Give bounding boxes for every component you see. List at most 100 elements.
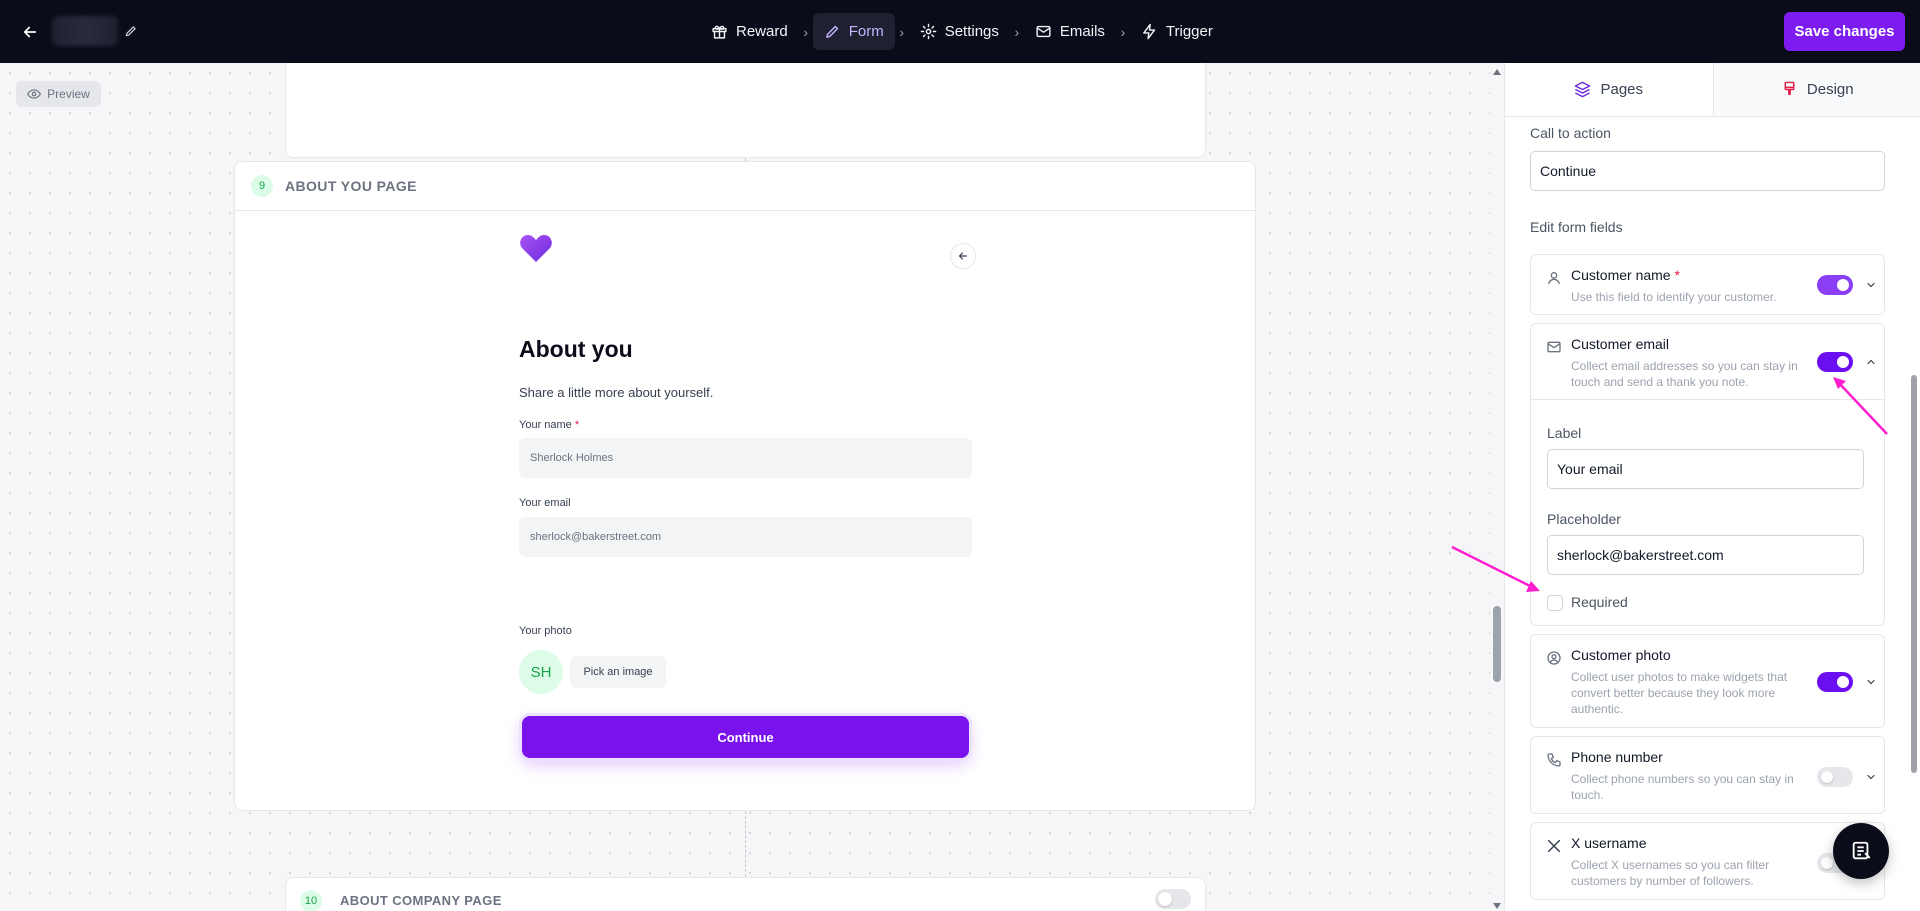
required-checkbox[interactable] [1547, 595, 1563, 611]
tab-label: Design [1806, 81, 1854, 98]
step-label: Emails [1059, 23, 1105, 40]
previous-page-card[interactable] [285, 63, 1206, 158]
cta-input[interactable]: Continue [1530, 151, 1885, 191]
avatar: SH [519, 650, 563, 694]
chevron-down-icon[interactable] [1865, 279, 1877, 291]
back-arrow-icon[interactable] [18, 20, 42, 44]
continue-button[interactable]: Continue [522, 716, 969, 758]
scrollbar-thumb[interactable] [1911, 375, 1917, 773]
field-description: Collect user photos to make widgets that… [1571, 670, 1788, 716]
chevron-up-icon[interactable] [1865, 356, 1877, 368]
name-label: Your name * [519, 419, 579, 431]
user-circle-icon [1547, 651, 1561, 665]
pick-image-button[interactable]: Pick an image [570, 656, 666, 688]
edit-fields-label: Edit form fields [1530, 219, 1623, 235]
user-icon [1548, 272, 1560, 285]
mail-icon [1547, 341, 1561, 353]
name-label-text: Your name [519, 419, 572, 431]
step-trigger[interactable]: Trigger [1130, 13, 1224, 50]
page-enable-toggle[interactable] [1155, 889, 1191, 909]
field-title: Customer name * [1571, 267, 1680, 283]
field-card-phone-number[interactable]: Phone number Collect phone numbers so yo… [1530, 736, 1885, 814]
top-bar: Reward › Form › Settings › Emails › Trig… [0, 0, 1920, 63]
required-checkbox-label[interactable]: Required [1571, 594, 1628, 610]
field-card-customer-name[interactable]: Customer name * Use this field to identi… [1530, 254, 1885, 315]
required-asterisk: * [1674, 267, 1680, 283]
email-input-preview[interactable]: sherlock@bakerstreet.com [519, 517, 972, 557]
about-company-page-card[interactable]: 10 ABOUT COMPANY PAGE [285, 877, 1206, 911]
save-changes-button[interactable]: Save changes [1784, 12, 1905, 51]
form-back-button[interactable] [950, 243, 976, 269]
scrollbar-thumb[interactable] [1493, 606, 1501, 682]
connector-line [745, 811, 746, 877]
bolt-icon [1143, 23, 1156, 40]
scroll-up-arrow-icon[interactable] [1493, 69, 1501, 75]
step-emails[interactable]: Emails [1024, 13, 1116, 50]
tab-pages[interactable]: Pages [1505, 63, 1713, 116]
step-label: Settings [944, 23, 999, 40]
scroll-down-arrow-icon[interactable] [1493, 903, 1501, 909]
preview-label: Preview [47, 87, 90, 101]
form-heading: About you [519, 336, 633, 362]
phone-number-toggle[interactable] [1817, 767, 1853, 787]
wizard-steps: Reward › Form › Settings › Emails › Trig… [700, 13, 1224, 50]
email-placeholder-input[interactable]: sherlock@bakerstreet.com [1547, 535, 1864, 575]
chat-support-button[interactable] [1833, 823, 1889, 879]
field-card-customer-photo[interactable]: Customer photo Collect user photos to ma… [1530, 634, 1885, 728]
panel-tabs: Pages Design [1505, 63, 1920, 117]
chevron-right-icon: › [803, 23, 809, 40]
step-label: Trigger [1165, 23, 1213, 40]
field-description: Collect X usernames so you can filter cu… [1571, 858, 1770, 888]
eye-icon [27, 89, 42, 99]
email-label-input[interactable]: Your email [1547, 449, 1864, 489]
field-description: Use this field to identify your customer… [1571, 290, 1777, 304]
chevron-right-icon: › [1120, 23, 1126, 40]
edit-title-pencil-icon[interactable] [122, 22, 140, 40]
chevron-right-icon: › [1014, 23, 1020, 40]
gift-icon [712, 25, 727, 39]
chat-icon [1852, 841, 1871, 860]
properties-panel: Pages Design Call to action Continue Edi… [1504, 63, 1920, 911]
step-label: Reward [736, 23, 788, 40]
field-title-text: Customer email [1571, 336, 1670, 352]
chevron-right-icon: › [899, 23, 905, 40]
heart-logo-icon [520, 235, 552, 262]
gear-icon [920, 23, 936, 40]
label-caption: Label [1547, 425, 1582, 441]
placeholder-caption: Placeholder [1547, 511, 1621, 527]
step-reward[interactable]: Reward [700, 13, 799, 50]
layers-icon [1575, 81, 1591, 98]
tab-design[interactable]: Design [1712, 63, 1920, 116]
field-description: Collect phone numbers so you can stay in… [1571, 772, 1794, 802]
photo-label: Your photo [519, 625, 572, 637]
step-label: Form [848, 23, 884, 40]
chevron-down-icon[interactable] [1865, 676, 1877, 688]
step-settings[interactable]: Settings [909, 13, 1010, 50]
page-card-header: 9 ABOUT YOU PAGE [235, 162, 1255, 211]
email-label: Your email [519, 497, 571, 509]
mail-icon [1036, 25, 1051, 38]
builder-canvas[interactable]: Preview 9 ABOUT YOU PAGE About you Share… [0, 63, 1490, 911]
chevron-down-icon[interactable] [1865, 771, 1877, 783]
campaign-title-redacted[interactable] [52, 16, 118, 46]
customer-name-toggle[interactable] [1817, 275, 1853, 295]
x-logo-icon [1547, 839, 1561, 853]
divider [1531, 399, 1884, 400]
customer-photo-toggle[interactable] [1817, 672, 1853, 692]
panel-scrollbar[interactable] [1908, 117, 1920, 911]
name-input-preview[interactable]: Sherlock Holmes [519, 438, 972, 478]
field-card-customer-email[interactable]: Customer email Collect email addresses s… [1530, 323, 1885, 626]
about-you-page-card[interactable]: 9 ABOUT YOU PAGE About you Share a littl… [234, 161, 1256, 811]
field-card-x-username[interactable]: X username Collect X usernames so you ca… [1530, 822, 1885, 900]
page-number-badge: 10 [300, 890, 322, 911]
required-asterisk: * [574, 419, 580, 431]
customer-email-toggle[interactable] [1817, 352, 1853, 372]
phone-icon [1547, 753, 1561, 767]
preview-button[interactable]: Preview [16, 81, 101, 107]
arrow-left-icon [958, 252, 968, 260]
canvas-scrollbar[interactable] [1490, 63, 1504, 911]
step-form[interactable]: Form [812, 13, 895, 50]
brush-icon [1784, 81, 1795, 96]
cta-label: Call to action [1530, 125, 1611, 141]
page-number-badge: 9 [251, 175, 273, 197]
